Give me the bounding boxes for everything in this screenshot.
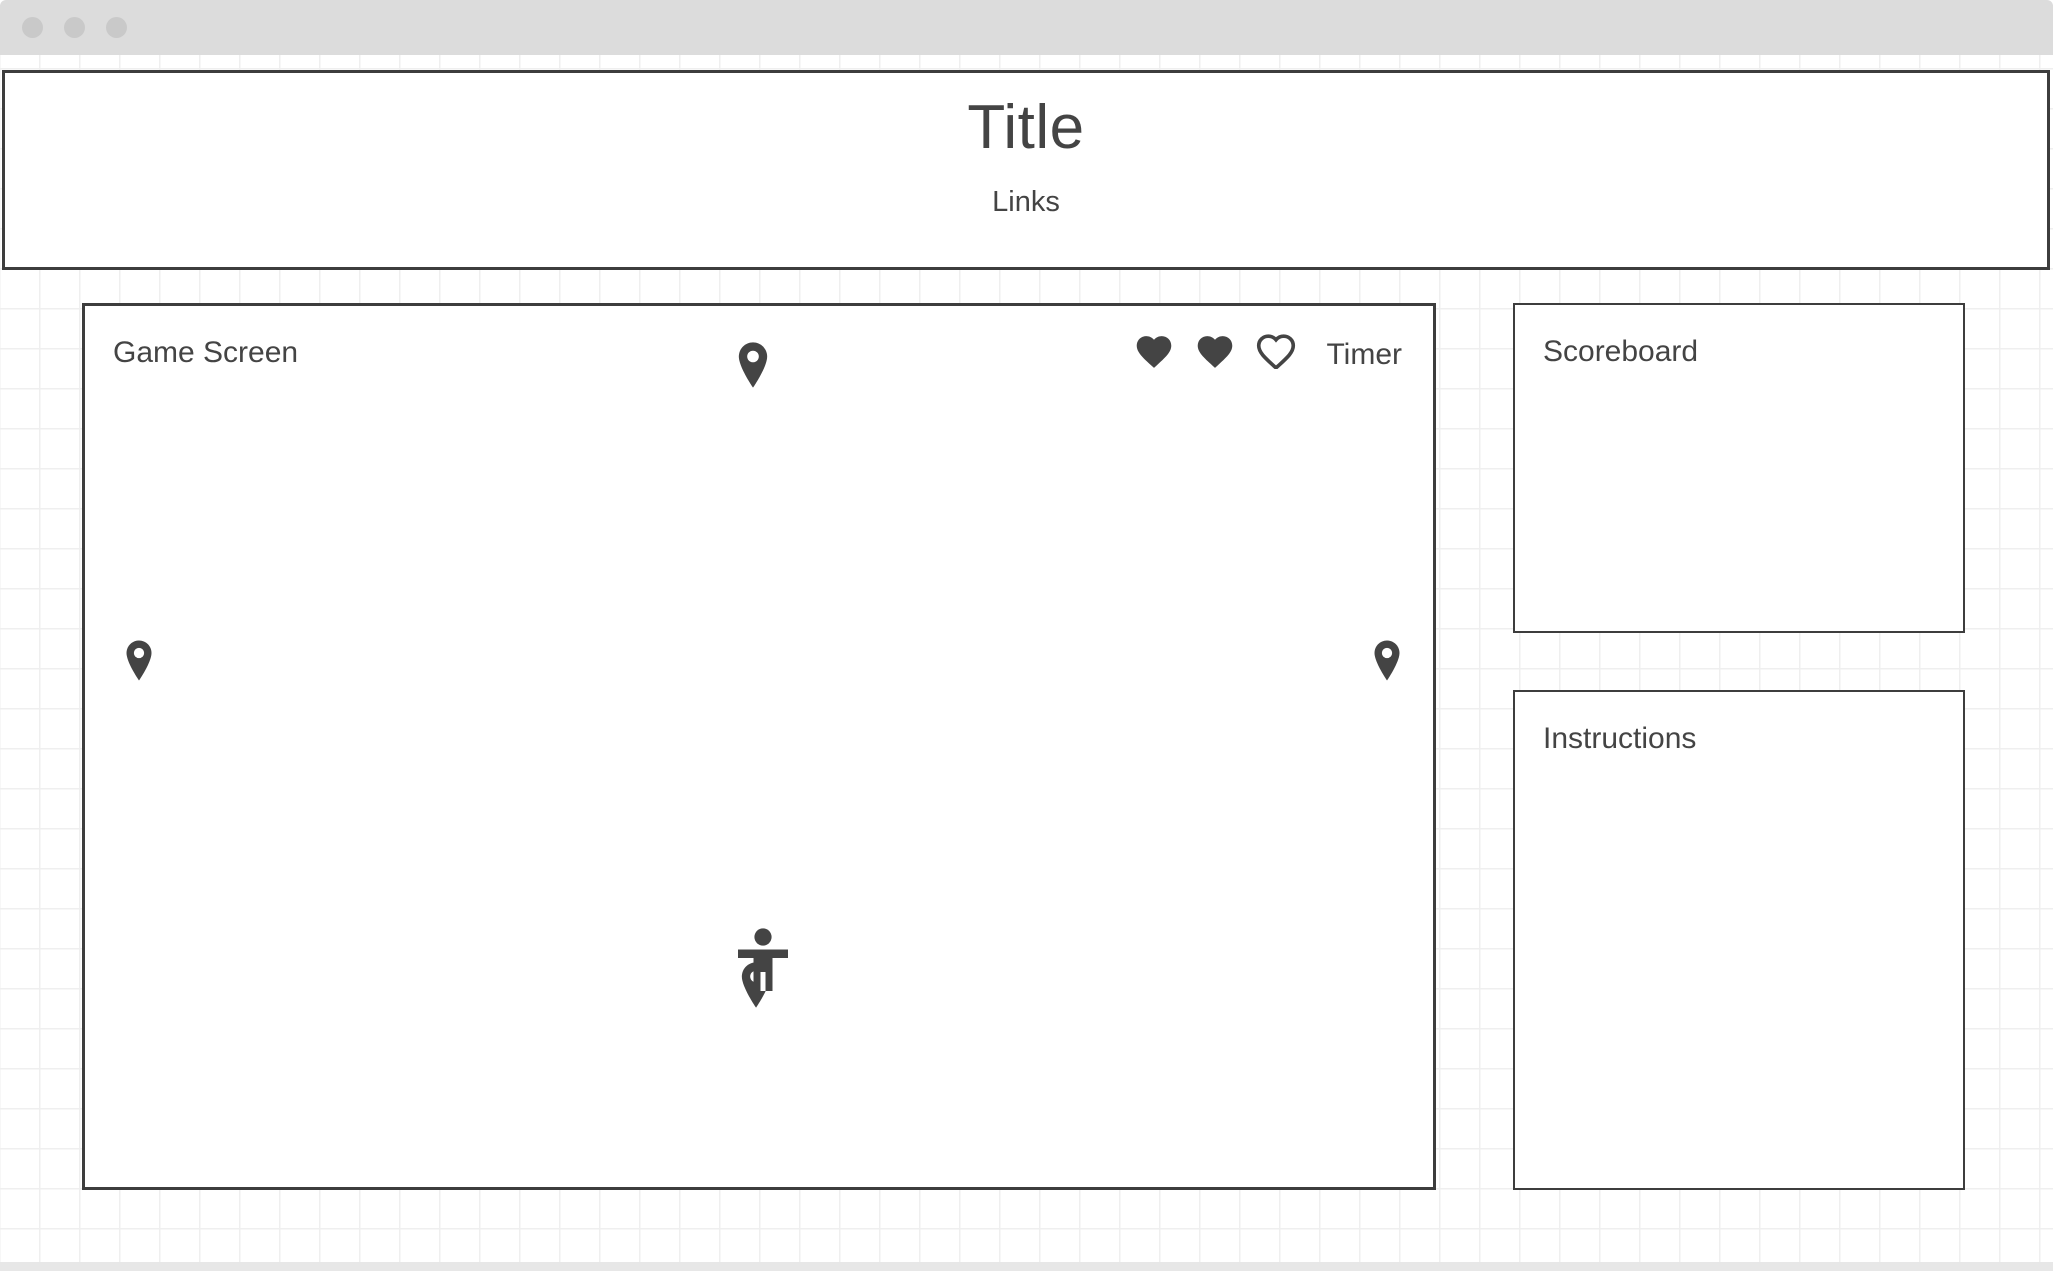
scoreboard-label: Scoreboard	[1543, 335, 1699, 368]
instructions-panel[interactable]: Instructions	[1513, 690, 1965, 1190]
map-pin-right-icon[interactable]	[1372, 640, 1402, 681]
game-screen-label: Game Screen	[113, 336, 299, 369]
timer-label: Timer	[1326, 338, 1402, 371]
lives-indicator	[1133, 331, 1297, 369]
map-pin-left-icon[interactable]	[124, 640, 154, 681]
game-screen-panel[interactable]: Game Screen Timer	[82, 303, 1436, 1190]
scoreboard-panel[interactable]: Scoreboard	[1513, 303, 1965, 633]
wireframe-app: Title Links Game Screen Timer Scoreboard…	[0, 0, 2053, 1271]
window-dot-maximize[interactable]	[106, 17, 127, 38]
browser-title-bar	[0, 0, 2053, 55]
nav-links-label[interactable]: Links	[5, 188, 2047, 217]
instructions-label: Instructions	[1543, 722, 1697, 755]
heart-outline-icon	[1255, 331, 1297, 369]
header-panel: Title Links	[2, 70, 2050, 270]
window-dot-close[interactable]	[22, 17, 43, 38]
window-controls	[22, 17, 127, 38]
page-title: Title	[967, 93, 1085, 162]
heart-filled-icon	[1194, 331, 1236, 369]
page-bottom-edge	[0, 1262, 2053, 1271]
player-figure-icon[interactable]	[735, 928, 791, 991]
map-pin-top-icon[interactable]	[736, 342, 770, 388]
window-dot-minimize[interactable]	[64, 17, 85, 38]
heart-filled-icon	[1133, 331, 1175, 369]
